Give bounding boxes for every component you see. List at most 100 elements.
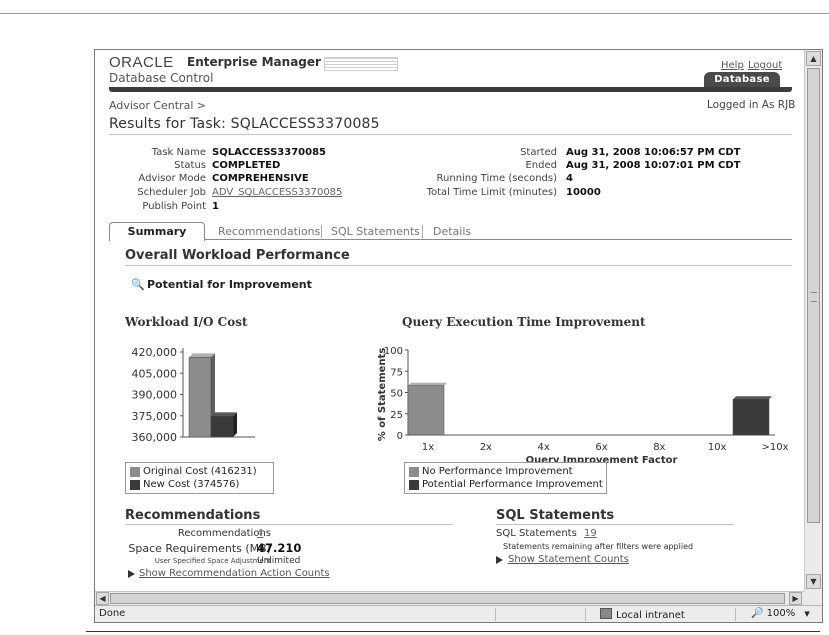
x-tick-label: 4x (538, 442, 550, 453)
vertical-scroll-thumb[interactable] (807, 68, 820, 523)
legend-label: Original Cost (416231) (143, 466, 257, 477)
legend-swatch (409, 467, 419, 477)
sql-statements-count-link[interactable]: 19 (584, 528, 597, 539)
x-tick-label: >10x (761, 442, 788, 453)
space-adjustment-value: Unlimited (257, 556, 301, 566)
vertical-scrollbar[interactable]: ▲ ▼ (804, 50, 822, 591)
header-stripe-decoration (324, 57, 398, 71)
recommendations-title: Recommendations (125, 508, 261, 523)
sql-statements-title: SQL Statements (496, 508, 615, 523)
scheduler-job-link[interactable]: ADV_SQLACCESS3370085 (212, 187, 342, 198)
x-tick-label: 1x (422, 442, 434, 453)
zoom-magnifier-icon: 🔎 (751, 608, 764, 619)
tab-summary[interactable]: Summary (109, 222, 205, 241)
bar-top (408, 382, 447, 386)
tab-separator (422, 225, 423, 238)
recommendations-count-link[interactable]: 4 (257, 528, 263, 539)
ended-label: Ended (525, 160, 557, 171)
bar-side (233, 412, 237, 437)
y-tick-label: 405,000 (132, 367, 178, 380)
oracle-logo: ORACLE (109, 54, 174, 71)
running-time-label: Running Time (seconds) (436, 173, 557, 184)
publish-point-value: 1 (212, 201, 219, 212)
legend-label: No Performance Improvement (422, 466, 573, 477)
started-value: Aug 31, 2008 10:06:57 PM CDT (566, 147, 741, 158)
status-text: Done (99, 608, 126, 619)
status-label: Status (174, 160, 206, 171)
status-separator (585, 608, 586, 621)
database-tab[interactable]: Database (704, 72, 780, 87)
overall-workload-title: Overall Workload Performance (125, 248, 350, 263)
bar-top (189, 353, 215, 358)
sql-statements-note: Statements remaining after filters were … (503, 542, 694, 551)
time-limit-value: 10000 (566, 187, 601, 198)
tab-sql-statements[interactable]: SQL Statements (331, 225, 420, 238)
legend-original-cost: Original Cost (416231) (130, 465, 269, 478)
tab-details[interactable]: Details (433, 225, 471, 238)
title-divider (109, 134, 792, 135)
header-band (109, 87, 792, 92)
scheduler-job-label: Scheduler Job (137, 187, 206, 198)
tab-recommendations[interactable]: Recommendations (218, 225, 320, 238)
zoom-control[interactable]: 🔎 100% ▼ (751, 608, 810, 619)
expand-triangle-icon[interactable] (496, 556, 503, 564)
x-tick-label: 2x (480, 442, 492, 453)
io-cost-legend: Original Cost (416231) New Cost (374576) (125, 462, 274, 494)
status-value: COMPLETED (212, 160, 281, 171)
potential-improvement-label: Potential for Improvement (147, 278, 312, 291)
show-statement-counts-link[interactable]: Show Statement Counts (508, 554, 629, 565)
tabs-divider (109, 239, 792, 240)
expand-triangle-icon[interactable] (128, 570, 135, 578)
legend-no-improvement: No Performance Improvement (409, 465, 602, 478)
overall-divider (125, 265, 792, 266)
scroll-left-arrow-icon[interactable]: ◀ (96, 592, 109, 605)
y-tick-label: 375,000 (132, 410, 178, 423)
app-subtitle: Database Control (109, 71, 214, 85)
show-recommendation-counts-link[interactable]: Show Recommendation Action Counts (139, 568, 330, 579)
started-label: Started (520, 147, 557, 158)
io-cost-chart: 420,000 405,000 390,000 375,000 360,000 (132, 346, 255, 444)
status-separator (735, 608, 736, 621)
help-link[interactable]: Help (721, 60, 744, 71)
security-zone: Local intranet (600, 608, 685, 621)
tab-separator (321, 225, 322, 238)
grip-icon (811, 292, 817, 302)
y-tick-label: 50 (390, 389, 403, 400)
logout-link[interactable]: Logout (748, 60, 782, 71)
sql-statements-divider (496, 524, 734, 525)
y-tick-label: 25 (390, 410, 403, 421)
time-limit-label: Total Time Limit (minutes) (426, 187, 557, 198)
bar-top (211, 412, 237, 417)
qet-legend: No Performance Improvement Potential Per… (404, 462, 607, 494)
status-separator (495, 608, 496, 621)
horizontal-scroll-thumb[interactable] (110, 593, 785, 604)
x-tick-label: 10x (708, 442, 727, 453)
page-title: Results for Task: SQLACCESS3370085 (109, 116, 380, 132)
scroll-down-arrow-icon[interactable]: ▼ (806, 574, 821, 589)
zoom-dropdown-icon[interactable]: ▼ (804, 610, 809, 618)
zone-label: Local intranet (616, 610, 685, 621)
zoom-level: 100% (766, 608, 796, 619)
bar-potential-performance-improvement->10x (732, 399, 770, 436)
y-tick-label: 390,000 (132, 389, 178, 402)
browser-window: ORACLE Enterprise Manager 11 g Database … (94, 49, 823, 623)
space-adjustment-label: User Specified Space Adjustment (154, 557, 271, 565)
bar-top (733, 396, 772, 400)
scroll-up-arrow-icon[interactable]: ▲ (806, 51, 821, 66)
bar-new-cost (210, 416, 234, 438)
recommendations-divider (125, 524, 453, 525)
y-axis-label: % of Statements (377, 348, 388, 442)
product-name: Enterprise Manager 11 (187, 55, 342, 69)
scroll-right-arrow-icon[interactable]: ▶ (789, 592, 802, 605)
qet-chart-title: Query Execution Time Improvement (402, 315, 646, 329)
y-tick-label: 360,000 (132, 431, 178, 444)
intranet-icon (600, 608, 612, 619)
horizontal-scrollbar[interactable]: ◀ ▶ (95, 591, 804, 605)
breadcrumb[interactable]: Advisor Central > (109, 99, 206, 112)
status-bar: Done Local intranet 🔎 100% ▼ (95, 605, 822, 622)
legend-swatch (130, 467, 140, 477)
advisor-mode-label: Advisor Mode (138, 173, 206, 184)
scrollbar-corner (804, 591, 822, 605)
legend-new-cost: New Cost (374576) (130, 478, 269, 491)
top-rule (0, 13, 829, 14)
